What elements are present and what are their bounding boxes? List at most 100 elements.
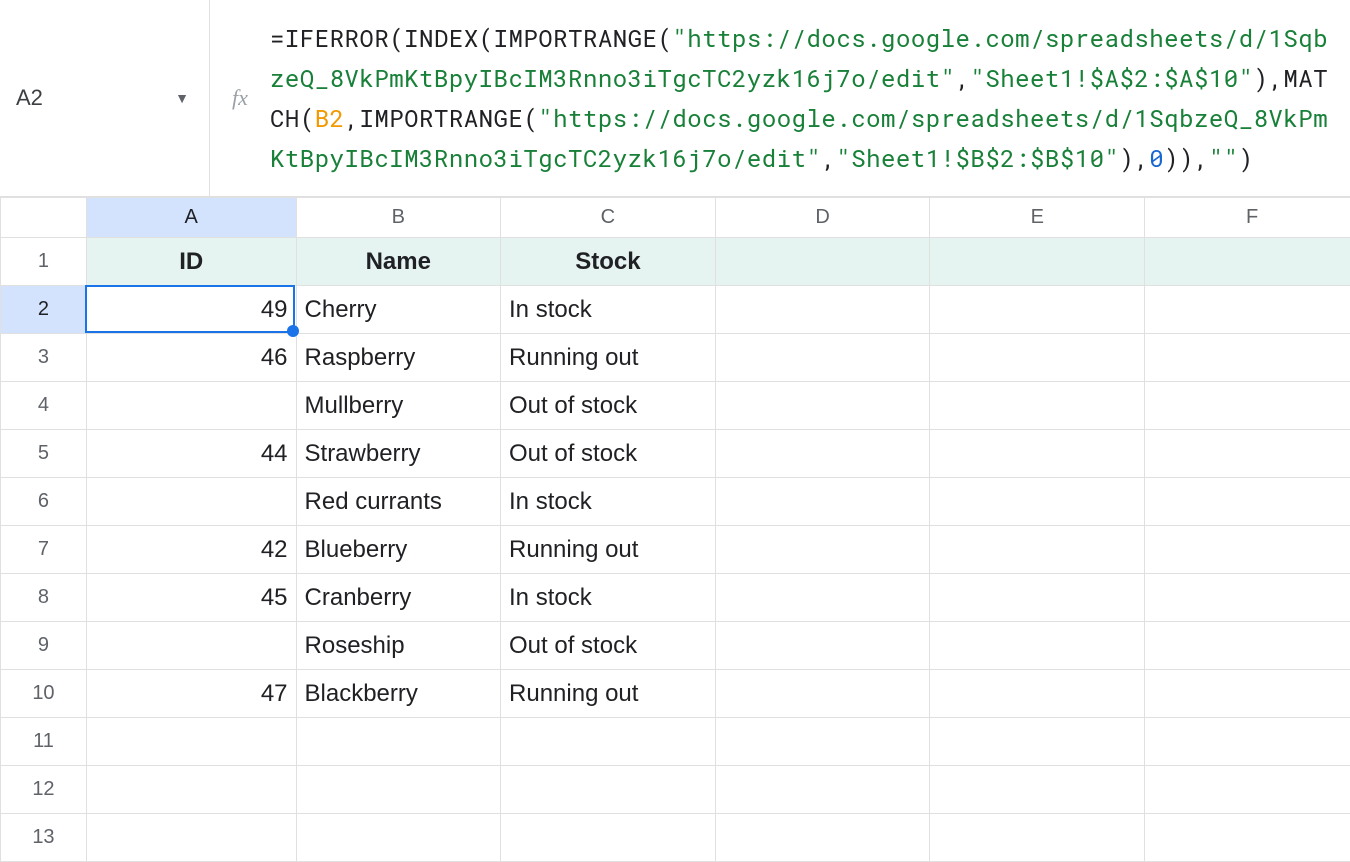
cell-B4[interactable]: Mullberry (296, 382, 501, 430)
cell-A1[interactable]: ID (86, 238, 296, 286)
row-header-6[interactable]: 6 (1, 478, 87, 526)
cell-B3[interactable]: Raspberry (296, 334, 501, 382)
cell-F1[interactable] (1145, 238, 1350, 286)
cell-C12[interactable] (501, 766, 716, 814)
row-header-9[interactable]: 9 (1, 622, 87, 670)
cell-A4[interactable] (86, 382, 296, 430)
column-header-C[interactable]: C (501, 198, 716, 238)
cell-D12[interactable] (715, 766, 930, 814)
cell-D9[interactable] (715, 622, 930, 670)
cell-D11[interactable] (715, 718, 930, 766)
cell-D6[interactable] (715, 478, 930, 526)
row-header-5[interactable]: 5 (1, 430, 87, 478)
cell-A7[interactable]: 42 (86, 526, 296, 574)
cell-B6[interactable]: Red currants (296, 478, 501, 526)
cell-A12[interactable] (86, 766, 296, 814)
cell-B5[interactable]: Strawberry (296, 430, 501, 478)
cell-B8[interactable]: Cranberry (296, 574, 501, 622)
cell-A8[interactable]: 45 (86, 574, 296, 622)
cell-B12[interactable] (296, 766, 501, 814)
cell-B1[interactable]: Name (296, 238, 501, 286)
row-header-11[interactable]: 11 (1, 718, 87, 766)
cell-B11[interactable] (296, 718, 501, 766)
column-header-D[interactable]: D (715, 198, 930, 238)
cell-E10[interactable] (930, 670, 1145, 718)
cell-A9[interactable] (86, 622, 296, 670)
row-header-2[interactable]: 2 (1, 286, 87, 334)
cell-B10[interactable]: Blackberry (296, 670, 501, 718)
cell-E11[interactable] (930, 718, 1145, 766)
cell-E12[interactable] (930, 766, 1145, 814)
column-header-E[interactable]: E (930, 198, 1145, 238)
cell-F7[interactable] (1145, 526, 1350, 574)
cell-A5[interactable]: 44 (86, 430, 296, 478)
cell-E3[interactable] (930, 334, 1145, 382)
cell-D13[interactable] (715, 814, 930, 862)
cell-D8[interactable] (715, 574, 930, 622)
cell-E5[interactable] (930, 430, 1145, 478)
cell-C8[interactable]: In stock (501, 574, 716, 622)
formula-input[interactable]: =IFERROR(INDEX(IMPORTRANGE("https://docs… (270, 0, 1350, 196)
cell-F13[interactable] (1145, 814, 1350, 862)
cell-C13[interactable] (501, 814, 716, 862)
row-header-13[interactable]: 13 (1, 814, 87, 862)
cell-E13[interactable] (930, 814, 1145, 862)
cell-C2[interactable]: In stock (501, 286, 716, 334)
cell-F5[interactable] (1145, 430, 1350, 478)
cell-D7[interactable] (715, 526, 930, 574)
cell-D5[interactable] (715, 430, 930, 478)
cell-A11[interactable] (86, 718, 296, 766)
cell-F6[interactable] (1145, 478, 1350, 526)
row-header-8[interactable]: 8 (1, 574, 87, 622)
cell-A2[interactable]: 49 (86, 286, 296, 334)
cell-F11[interactable] (1145, 718, 1350, 766)
name-box-wrap[interactable]: A2 ▼ (0, 0, 210, 196)
cell-C6[interactable]: In stock (501, 478, 716, 526)
cell-D1[interactable] (715, 238, 930, 286)
cell-C10[interactable]: Running out (501, 670, 716, 718)
cell-C5[interactable]: Out of stock (501, 430, 716, 478)
cell-F8[interactable] (1145, 574, 1350, 622)
cell-F2[interactable] (1145, 286, 1350, 334)
name-box[interactable]: A2 (14, 81, 169, 115)
cell-A10[interactable]: 47 (86, 670, 296, 718)
cell-C9[interactable]: Out of stock (501, 622, 716, 670)
cell-F3[interactable] (1145, 334, 1350, 382)
cell-C3[interactable]: Running out (501, 334, 716, 382)
spreadsheet-grid[interactable]: ABCDEF 1IDNameStock249CherryIn stock346R… (0, 197, 1350, 862)
cell-E4[interactable] (930, 382, 1145, 430)
row-header-1[interactable]: 1 (1, 238, 87, 286)
cell-B13[interactable] (296, 814, 501, 862)
cell-E8[interactable] (930, 574, 1145, 622)
select-all-corner[interactable] (1, 198, 87, 238)
cell-A6[interactable] (86, 478, 296, 526)
cell-F9[interactable] (1145, 622, 1350, 670)
cell-F4[interactable] (1145, 382, 1350, 430)
cell-B9[interactable]: Roseship (296, 622, 501, 670)
cell-B7[interactable]: Blueberry (296, 526, 501, 574)
cell-E7[interactable] (930, 526, 1145, 574)
cell-A3[interactable]: 46 (86, 334, 296, 382)
cell-E2[interactable] (930, 286, 1145, 334)
row-header-12[interactable]: 12 (1, 766, 87, 814)
row-header-7[interactable]: 7 (1, 526, 87, 574)
cell-E1[interactable] (930, 238, 1145, 286)
cell-D2[interactable] (715, 286, 930, 334)
cell-F12[interactable] (1145, 766, 1350, 814)
column-header-F[interactable]: F (1145, 198, 1350, 238)
column-header-A[interactable]: A (86, 198, 296, 238)
column-header-B[interactable]: B (296, 198, 501, 238)
cell-C4[interactable]: Out of stock (501, 382, 716, 430)
chevron-down-icon[interactable]: ▼ (169, 90, 195, 106)
cell-E6[interactable] (930, 478, 1145, 526)
cell-C11[interactable] (501, 718, 716, 766)
cell-E9[interactable] (930, 622, 1145, 670)
cell-F10[interactable] (1145, 670, 1350, 718)
row-header-3[interactable]: 3 (1, 334, 87, 382)
cell-A13[interactable] (86, 814, 296, 862)
row-header-4[interactable]: 4 (1, 382, 87, 430)
cell-D3[interactable] (715, 334, 930, 382)
cell-D4[interactable] (715, 382, 930, 430)
cell-C7[interactable]: Running out (501, 526, 716, 574)
cell-C1[interactable]: Stock (501, 238, 716, 286)
